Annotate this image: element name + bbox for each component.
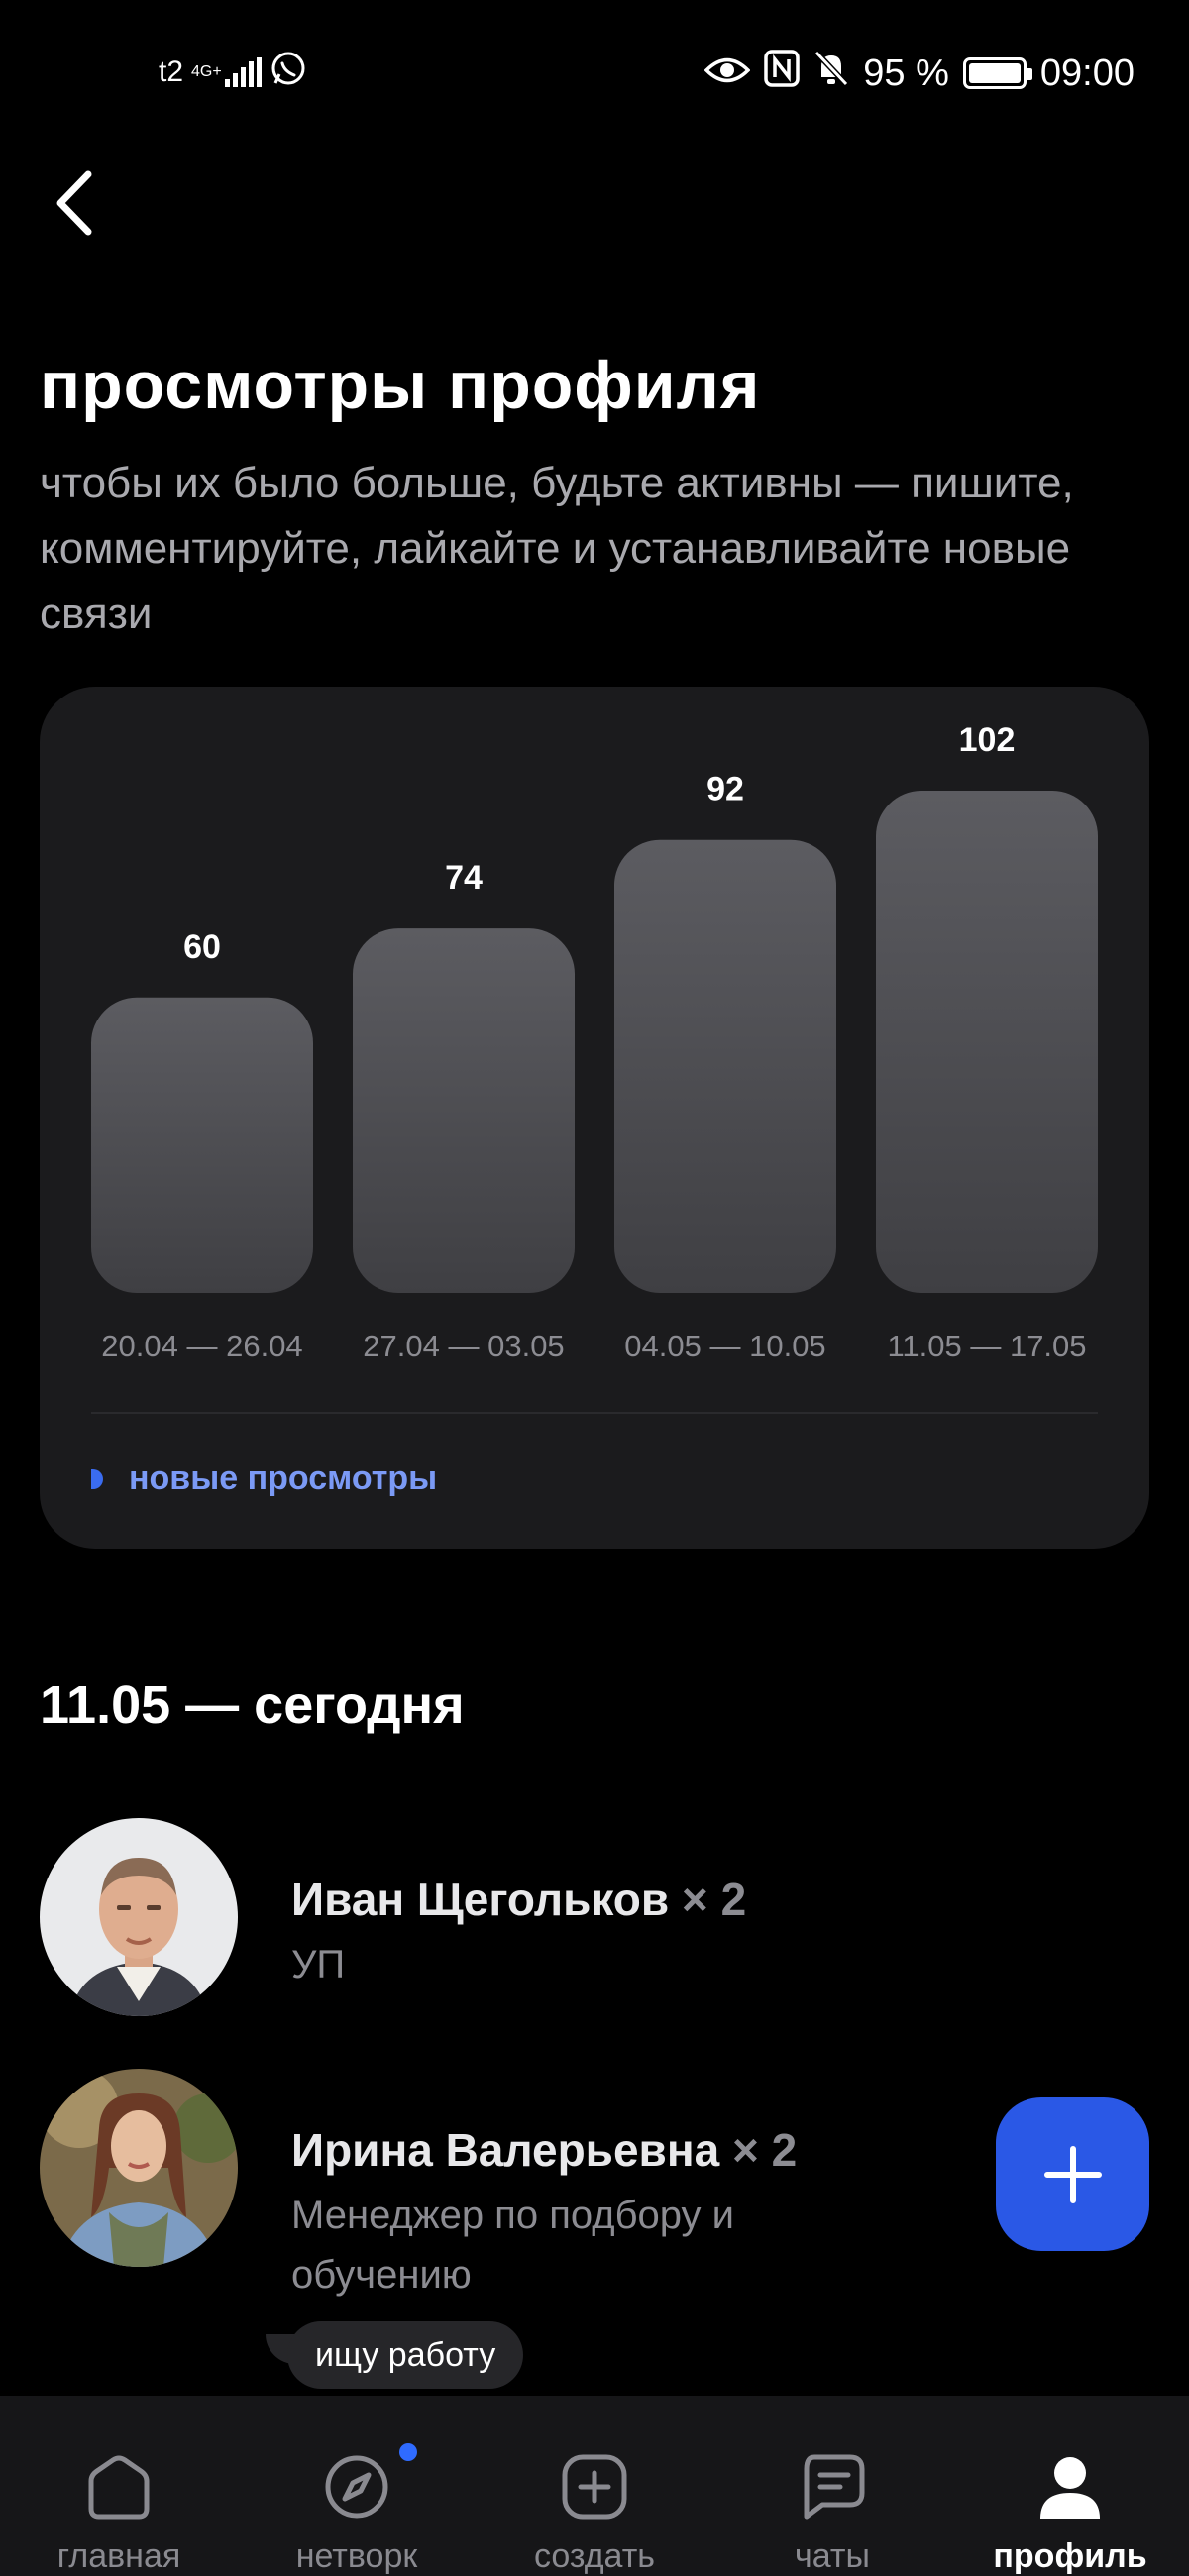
status-right: 95 % 09:00: [703, 50, 1135, 97]
bar-value-label: 102: [959, 721, 1016, 759]
viewer-name: Иван Щегольков × 2: [291, 1873, 746, 1926]
bar-value-label: 74: [445, 859, 483, 897]
legend-dot: [91, 1468, 103, 1489]
nav-label: создать: [533, 2537, 656, 2575]
clock: 09:00: [1039, 52, 1135, 94]
nav-item-profile[interactable]: профиль: [951, 2396, 1189, 2576]
nav-label: профиль: [993, 2537, 1147, 2575]
battery-icon: [962, 57, 1032, 89]
chat-icon: [793, 2450, 872, 2523]
mute-icon: [813, 50, 849, 97]
x-tick-label: 20.04 — 26.04: [101, 1329, 302, 1363]
page-subtitle: чтобы их было больше, будьте активны — п…: [40, 459, 1074, 638]
create-fab-button[interactable]: [996, 2097, 1149, 2251]
viewer-name: Ирина Валерьевна × 2: [291, 2123, 797, 2177]
plus-icon: [1043, 2145, 1102, 2203]
status-badge: ищу работу: [287, 2321, 524, 2389]
viewer-name-text: Иван Щегольков: [291, 1874, 670, 1925]
nav-item-create[interactable]: создать: [476, 2396, 713, 2576]
views-chart-card: 60 20.04 — 26.04 74 27.04 — 03.05 92 04.05 — …: [40, 687, 1149, 1549]
view-count: × 2: [681, 1874, 747, 1925]
nav-label: чаты: [795, 2537, 870, 2575]
viewer-role: Менеджер по подбору и обучению: [291, 2194, 734, 2297]
chart-bar: [353, 928, 575, 1293]
nav-item-home[interactable]: главная: [0, 2396, 238, 2576]
bar-value-label: 92: [706, 771, 744, 808]
view-count: × 2: [731, 2124, 798, 2176]
nav-label: главная: [56, 2537, 181, 2575]
screen: t2 4G+ 95 % 09:00 просмотры профиля чтоб…: [0, 0, 1189, 2576]
chart-bar: [91, 997, 313, 1293]
views-bar-chart: 60 20.04 — 26.04 74 27.04 — 03.05 92 04.05 — …: [91, 721, 1098, 1363]
legend-label: новые просмотры: [129, 1459, 438, 1497]
home-icon: [79, 2450, 159, 2523]
bottom-nav: главная нетворк создать чаты профиль: [0, 2396, 1189, 2576]
nfc-icon: [764, 50, 801, 97]
page-title: просмотры профиля: [40, 348, 761, 423]
chart-divider: [91, 1412, 1098, 1414]
compass-icon: [317, 2450, 396, 2523]
x-tick-label: 04.05 — 10.05: [624, 1329, 825, 1363]
viewer-item-1[interactable]: Иван Щегольков × 2 УП: [40, 1818, 991, 2016]
status-bar: t2 4G+ 95 % 09:00: [0, 0, 1189, 149]
viewer-item-2[interactable]: Ирина Валерьевна × 2 Менеджер по подбору…: [40, 2069, 991, 2307]
viewer-role: УП: [291, 1943, 346, 1986]
chart-bar: [614, 839, 836, 1293]
battery-percent: 95 %: [863, 52, 949, 94]
x-tick-label: 27.04 — 03.05: [363, 1329, 564, 1363]
nav-label: нетворк: [295, 2537, 418, 2575]
carrier-label: t2: [159, 55, 184, 88]
network-type: 4G+: [191, 63, 222, 80]
avatar: [40, 1818, 238, 2016]
x-tick-label: 11.05 — 17.05: [887, 1329, 1086, 1363]
whatsapp-icon: [270, 50, 307, 95]
nav-item-chats[interactable]: чаты: [713, 2396, 951, 2576]
chart-bar: [876, 791, 1098, 1293]
signal-icon: [225, 57, 263, 87]
viewer-name-text: Ирина Валерьевна: [291, 2124, 720, 2176]
eye-icon: [703, 53, 751, 95]
notification-dot: [399, 2443, 417, 2461]
back-button[interactable]: [35, 159, 114, 248]
section-title: 11.05 — сегодня: [40, 1675, 465, 1735]
avatar: [40, 2069, 238, 2267]
chevron-left-icon: [56, 170, 92, 236]
bar-value-label: 60: [183, 928, 221, 966]
nav-item-network[interactable]: нетворк: [238, 2396, 476, 2576]
profile-icon: [1030, 2450, 1110, 2523]
status-left: t2 4G+: [159, 50, 307, 95]
plus-square-icon: [555, 2450, 634, 2523]
chart-legend: новые просмотры: [91, 1459, 437, 1498]
